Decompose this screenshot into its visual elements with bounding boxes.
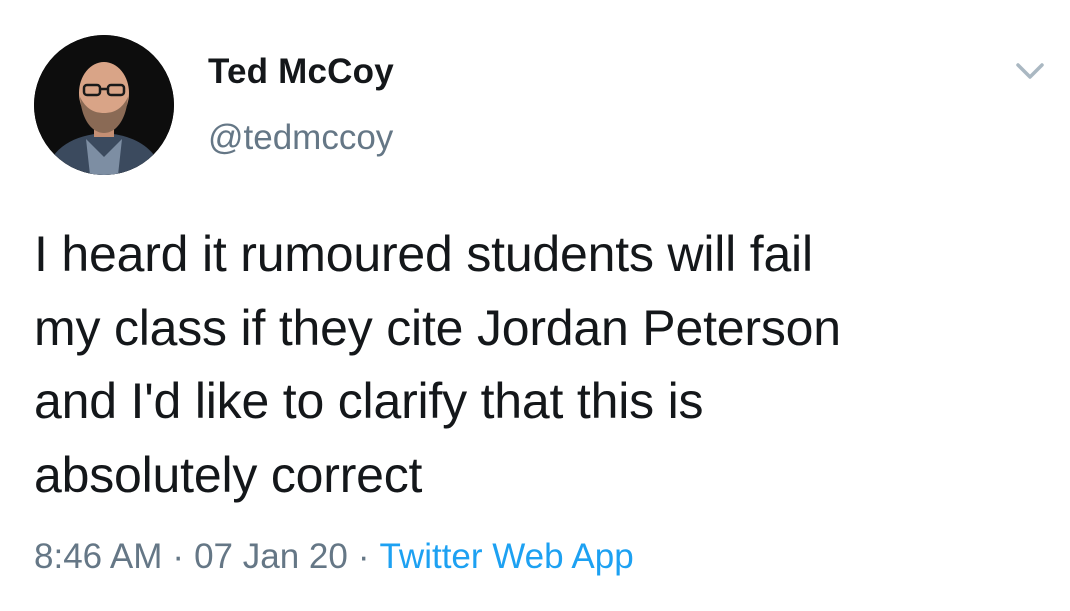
avatar-photo <box>34 35 174 175</box>
author-handle[interactable]: @tedmccoy <box>208 118 393 158</box>
author-name[interactable]: Ted McCoy <box>208 52 394 92</box>
tweet-source-link[interactable]: Twitter Web App <box>379 537 633 576</box>
avatar[interactable] <box>34 35 174 175</box>
meta-separator: · <box>172 537 185 576</box>
tweet-card: Ted McCoy @tedmccoy I heard it rumoured … <box>0 0 1070 611</box>
tweet-text: I heard it rumoured students will fail m… <box>34 226 841 503</box>
tweet-time[interactable]: 8:46 AM <box>34 537 162 576</box>
chevron-down-icon[interactable] <box>1010 55 1050 89</box>
tweet-meta: 8:46 AM · 07 Jan 20 · Twitter Web App <box>34 537 634 577</box>
tweet-date[interactable]: 07 Jan 20 <box>194 537 348 576</box>
meta-separator: · <box>357 537 370 576</box>
